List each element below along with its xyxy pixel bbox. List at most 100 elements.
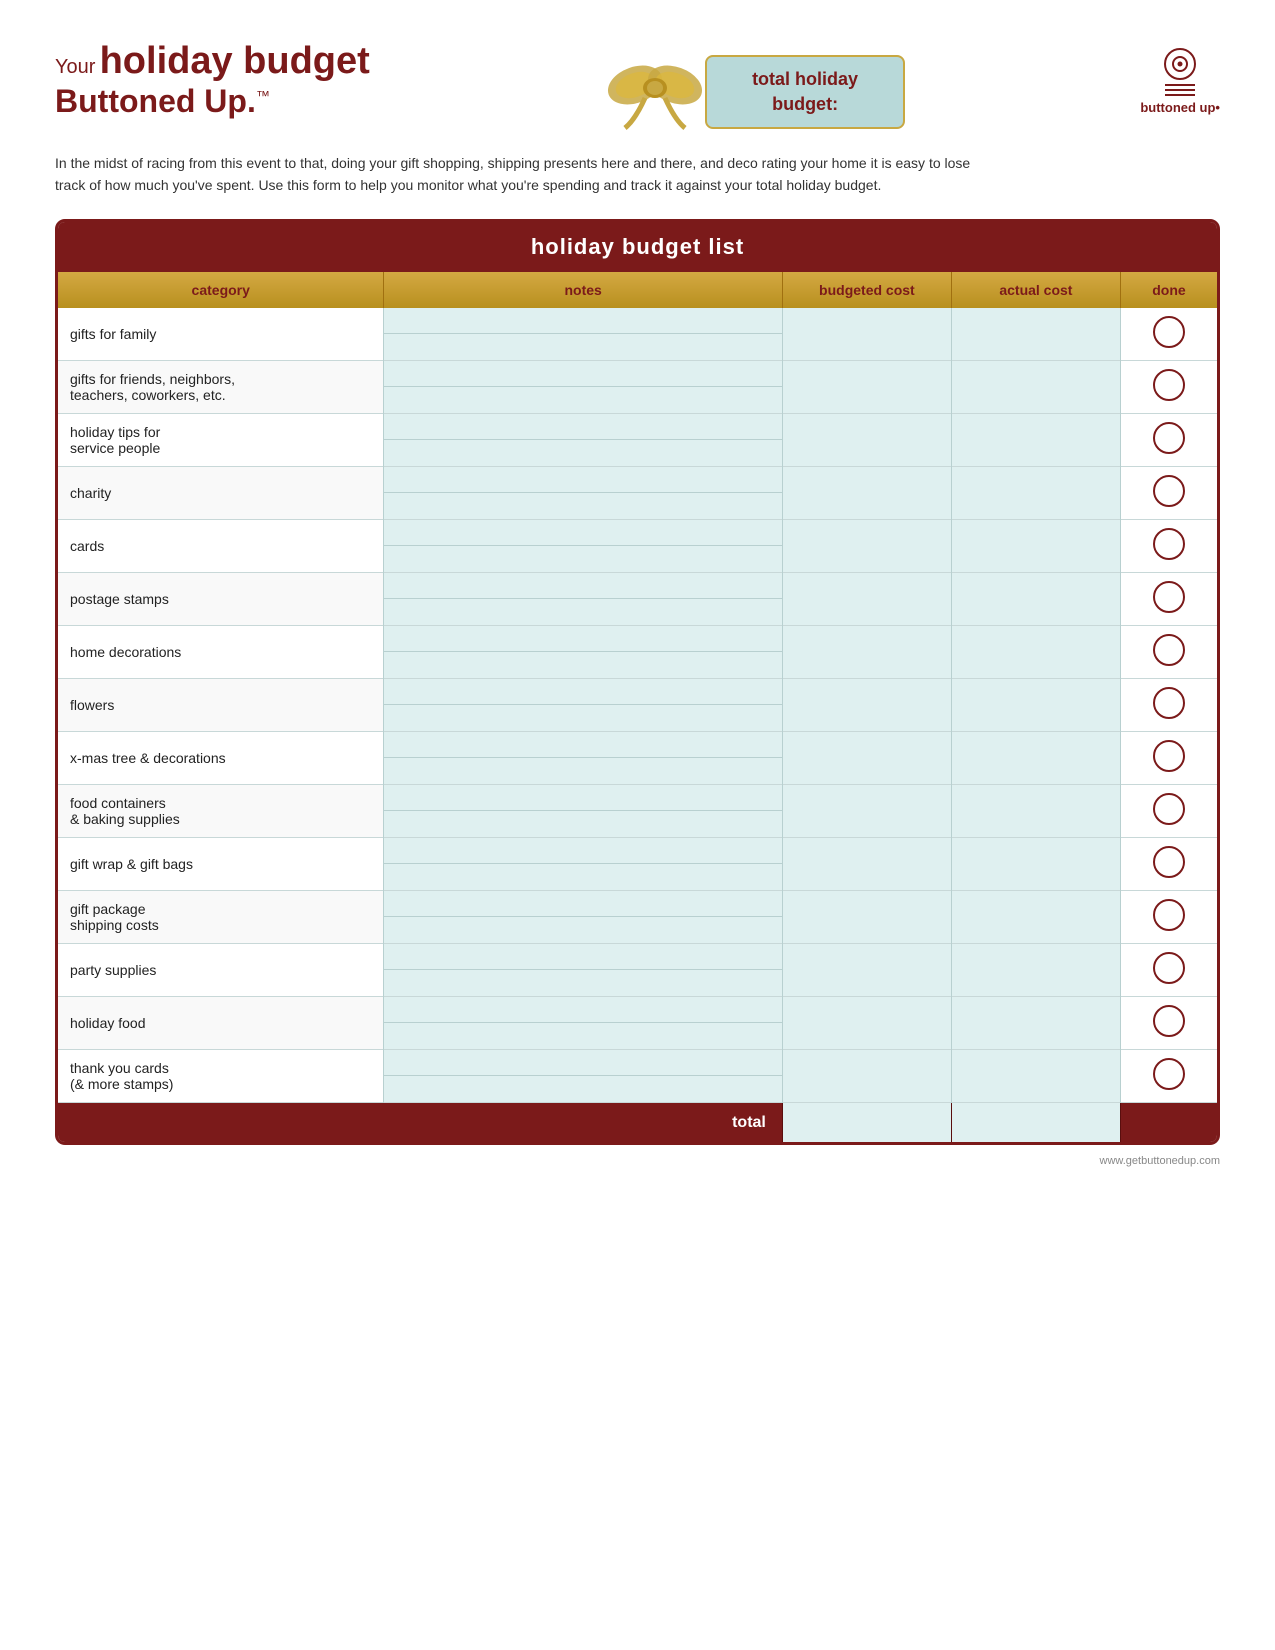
header-center: total holiday budget: <box>605 50 905 134</box>
notes-cell[interactable] <box>384 731 782 784</box>
actual-cost-cell[interactable] <box>951 360 1120 413</box>
done-cell[interactable] <box>1120 784 1217 837</box>
done-circle[interactable] <box>1153 422 1185 454</box>
notes-cell[interactable] <box>384 466 782 519</box>
notes-cell[interactable] <box>384 837 782 890</box>
budgeted-cost-cell[interactable] <box>782 996 951 1049</box>
actual-cost-cell[interactable] <box>951 519 1120 572</box>
done-cell[interactable] <box>1120 890 1217 943</box>
notes-cell[interactable] <box>384 890 782 943</box>
category-cell[interactable]: party supplies <box>58 943 384 996</box>
done-cell[interactable] <box>1120 308 1217 361</box>
notes-cell[interactable] <box>384 413 782 466</box>
category-cell[interactable]: flowers <box>58 678 384 731</box>
done-cell[interactable] <box>1120 1049 1217 1102</box>
budgeted-cost-cell[interactable] <box>782 1049 951 1102</box>
title-main: holiday budget <box>100 40 370 82</box>
budgeted-cost-cell[interactable] <box>782 943 951 996</box>
actual-cost-cell[interactable] <box>951 890 1120 943</box>
category-cell[interactable]: postage stamps <box>58 572 384 625</box>
done-circle[interactable] <box>1153 475 1185 507</box>
done-circle[interactable] <box>1153 1058 1185 1090</box>
category-cell[interactable]: holiday food <box>58 996 384 1049</box>
done-cell[interactable] <box>1120 519 1217 572</box>
done-circle[interactable] <box>1153 1005 1185 1037</box>
budgeted-cost-cell[interactable] <box>782 413 951 466</box>
notes-cell[interactable] <box>384 678 782 731</box>
budgeted-cost-cell[interactable] <box>782 519 951 572</box>
budgeted-cost-cell[interactable] <box>782 625 951 678</box>
notes-cell[interactable] <box>384 308 782 361</box>
done-circle[interactable] <box>1153 369 1185 401</box>
done-circle[interactable] <box>1153 899 1185 931</box>
done-circle[interactable] <box>1153 687 1185 719</box>
budgeted-cost-cell[interactable] <box>782 308 951 361</box>
budgeted-cost-cell[interactable] <box>782 678 951 731</box>
actual-cost-cell[interactable] <box>951 837 1120 890</box>
category-cell[interactable]: food containers & baking supplies <box>58 784 384 837</box>
note-line <box>384 679 781 705</box>
budgeted-cost-cell[interactable] <box>782 837 951 890</box>
total-actual-cell[interactable] <box>951 1102 1120 1142</box>
brand-right: buttoned up• <box>1140 100 1220 115</box>
budgeted-cost-cell[interactable] <box>782 572 951 625</box>
notes-cell[interactable] <box>384 360 782 413</box>
budgeted-cost-cell[interactable] <box>782 360 951 413</box>
budgeted-cost-cell[interactable] <box>782 784 951 837</box>
done-cell[interactable] <box>1120 943 1217 996</box>
actual-cost-cell[interactable] <box>951 943 1120 996</box>
done-cell[interactable] <box>1120 466 1217 519</box>
budgeted-cost-cell[interactable] <box>782 466 951 519</box>
done-cell[interactable] <box>1120 996 1217 1049</box>
budgeted-cost-cell[interactable] <box>782 890 951 943</box>
done-circle[interactable] <box>1153 793 1185 825</box>
done-circle[interactable] <box>1153 846 1185 878</box>
done-circle[interactable] <box>1153 581 1185 613</box>
note-line <box>384 864 781 890</box>
done-cell[interactable] <box>1120 837 1217 890</box>
note-line <box>384 626 781 652</box>
done-circle[interactable] <box>1153 316 1185 348</box>
actual-cost-cell[interactable] <box>951 1049 1120 1102</box>
done-circle[interactable] <box>1153 634 1185 666</box>
actual-cost-cell[interactable] <box>951 466 1120 519</box>
category-cell[interactable]: gifts for friends, neighbors, teachers, … <box>58 360 384 413</box>
done-circle[interactable] <box>1153 740 1185 772</box>
done-circle[interactable] <box>1153 952 1185 984</box>
actual-cost-cell[interactable] <box>951 625 1120 678</box>
done-cell[interactable] <box>1120 413 1217 466</box>
actual-cost-cell[interactable] <box>951 572 1120 625</box>
category-cell[interactable]: x-mas tree & decorations <box>58 731 384 784</box>
actual-cost-cell[interactable] <box>951 678 1120 731</box>
done-cell[interactable] <box>1120 625 1217 678</box>
notes-cell[interactable] <box>384 1049 782 1102</box>
notes-cell[interactable] <box>384 943 782 996</box>
done-circle[interactable] <box>1153 528 1185 560</box>
total-budgeted-cell[interactable] <box>782 1102 951 1142</box>
category-cell[interactable]: gift package shipping costs <box>58 890 384 943</box>
category-cell[interactable]: cards <box>58 519 384 572</box>
category-cell[interactable]: gifts for family <box>58 308 384 361</box>
category-cell[interactable]: charity <box>58 466 384 519</box>
notes-cell[interactable] <box>384 625 782 678</box>
actual-cost-cell[interactable] <box>951 413 1120 466</box>
done-cell[interactable] <box>1120 360 1217 413</box>
budgeted-cost-cell[interactable] <box>782 731 951 784</box>
notes-cell[interactable] <box>384 519 782 572</box>
bow-area: total holiday budget: <box>605 50 905 134</box>
actual-cost-cell[interactable] <box>951 996 1120 1049</box>
notes-cell[interactable] <box>384 572 782 625</box>
notes-cell[interactable] <box>384 784 782 837</box>
note-line <box>384 732 781 758</box>
category-cell[interactable]: home decorations <box>58 625 384 678</box>
actual-cost-cell[interactable] <box>951 731 1120 784</box>
category-cell[interactable]: thank you cards (& more stamps) <box>58 1049 384 1102</box>
notes-cell[interactable] <box>384 996 782 1049</box>
done-cell[interactable] <box>1120 572 1217 625</box>
actual-cost-cell[interactable] <box>951 784 1120 837</box>
done-cell[interactable] <box>1120 678 1217 731</box>
category-cell[interactable]: holiday tips for service people <box>58 413 384 466</box>
category-cell[interactable]: gift wrap & gift bags <box>58 837 384 890</box>
done-cell[interactable] <box>1120 731 1217 784</box>
actual-cost-cell[interactable] <box>951 308 1120 361</box>
